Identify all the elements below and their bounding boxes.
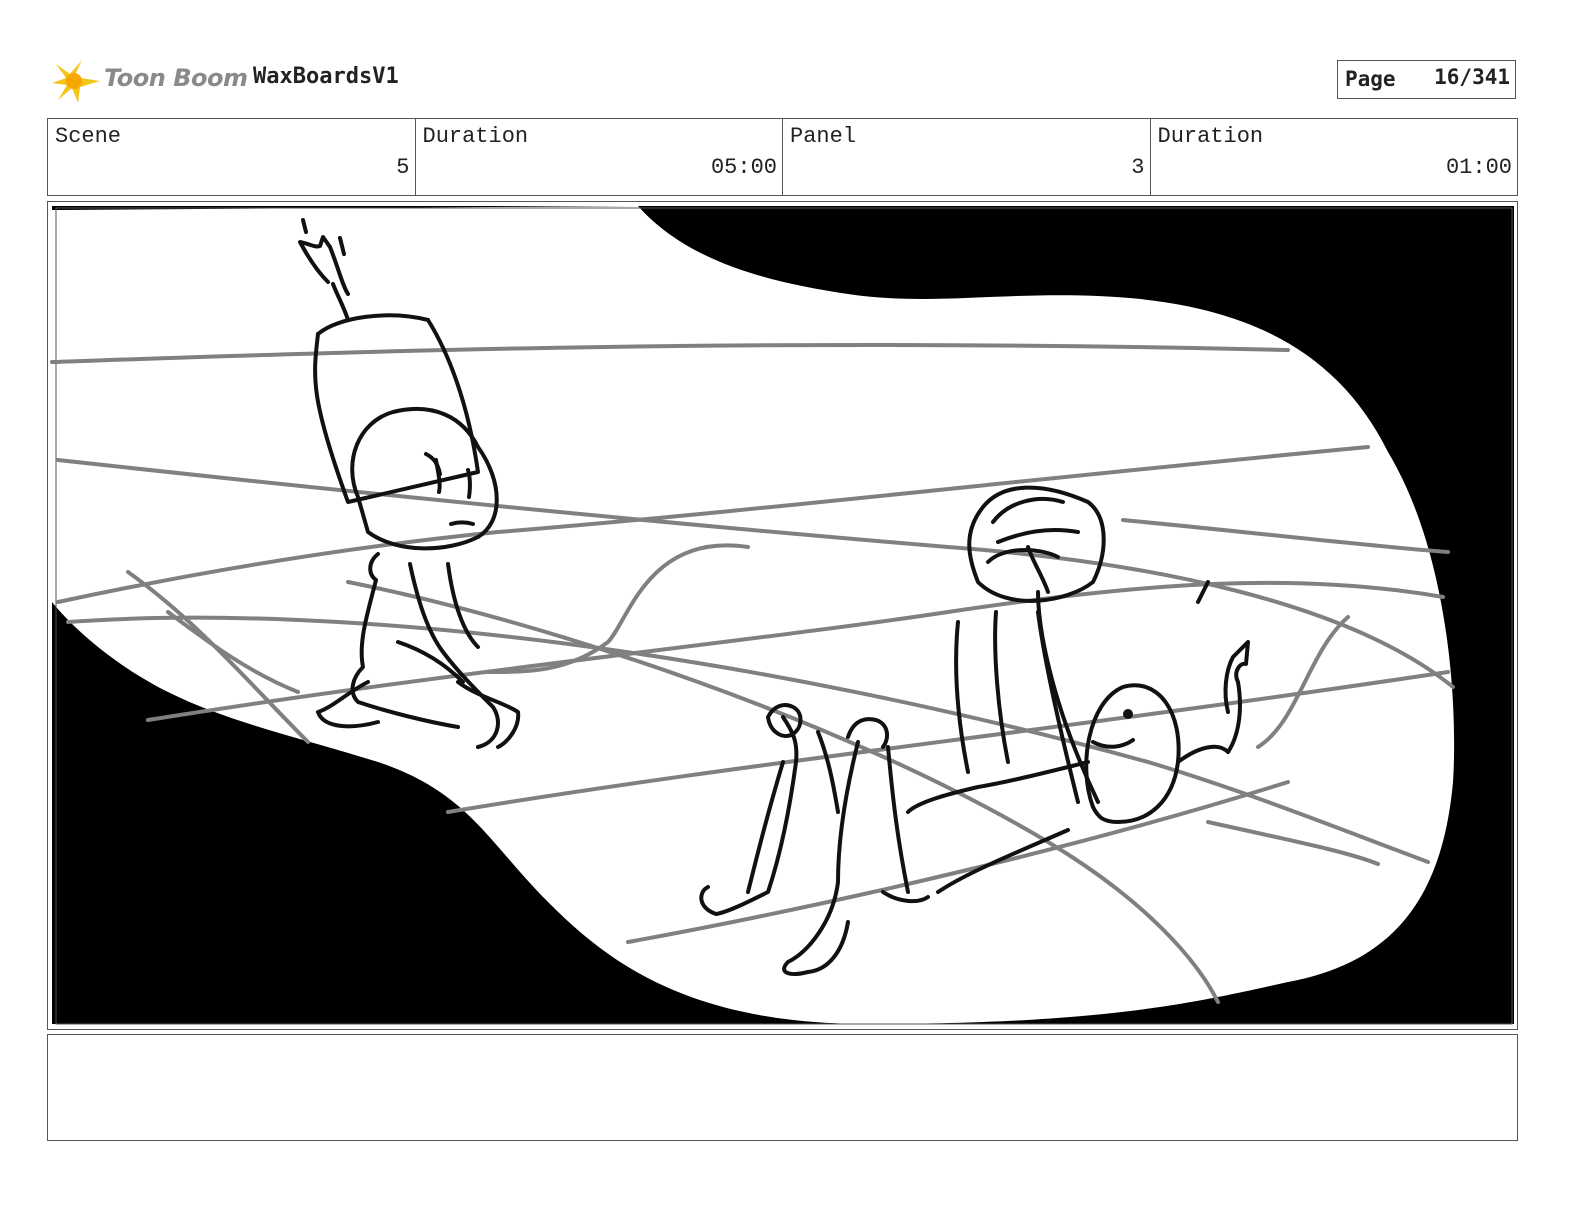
panel-value: 3 <box>1131 155 1145 180</box>
lying-character <box>699 485 1250 976</box>
kneeling-character <box>298 218 521 749</box>
page-indicator: Page 16/341 <box>1337 60 1516 99</box>
scene-value: 5 <box>396 155 410 180</box>
page-label: Page <box>1345 67 1396 91</box>
starburst-logo-icon <box>52 60 100 103</box>
project-title: WaxBoardsV1 <box>253 64 399 89</box>
page-value: 16/341 <box>1434 65 1510 89</box>
scene-label: Scene <box>55 124 122 149</box>
storyboard-panel <box>47 201 1518 1030</box>
panel-duration-label: Duration <box>1157 124 1264 149</box>
panel-info-row: Scene 5 Duration 05:00 Panel 3 Duration … <box>47 118 1518 196</box>
scene-duration-label: Duration <box>422 124 529 149</box>
vignette <box>52 206 1514 1024</box>
panel-duration-value: 01:00 <box>1445 155 1512 180</box>
panel-cell: Panel 3 <box>783 119 1151 195</box>
panel-notes <box>47 1034 1518 1141</box>
panel-label: Panel <box>790 124 857 149</box>
panel-duration-cell: Duration 01:00 <box>1151 119 1518 195</box>
logo-wordmark: Toon Boom <box>104 64 248 92</box>
scene-duration-cell: Duration 05:00 <box>416 119 783 195</box>
toon-boom-logo: Toon Boom <box>52 56 248 106</box>
scene-duration-value: 05:00 <box>710 155 777 180</box>
scene-cell: Scene 5 <box>48 119 416 195</box>
panel-sketch <box>50 206 1514 1025</box>
